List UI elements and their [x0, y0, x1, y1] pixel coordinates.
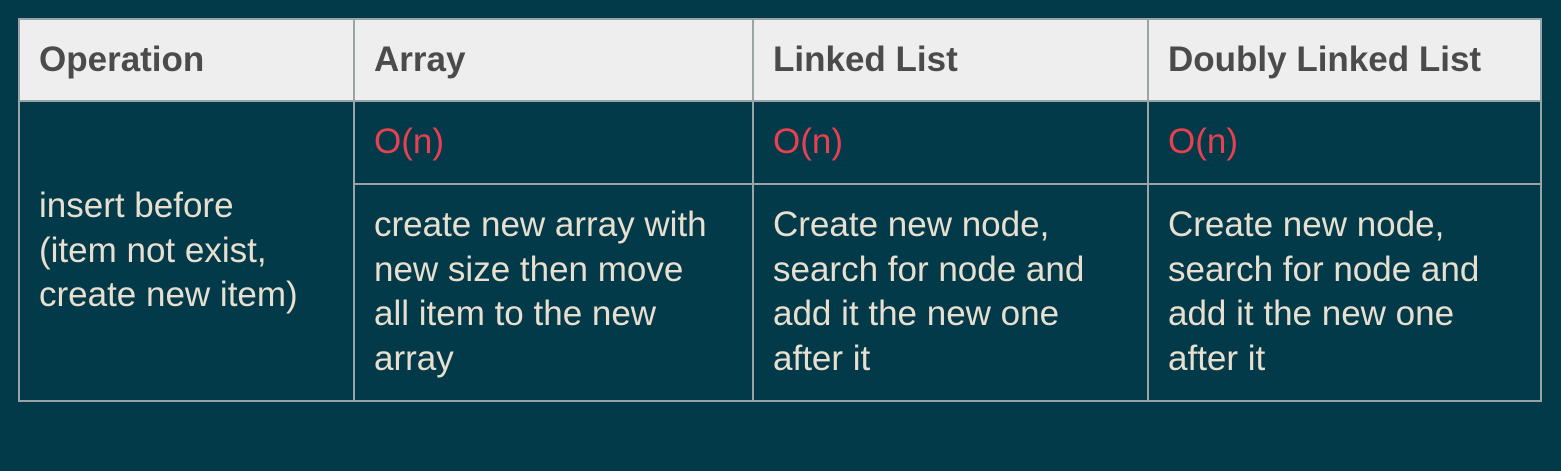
description-line: search for node and — [1168, 249, 1480, 289]
description-line: add it the new one — [1168, 294, 1455, 334]
operation-line: (item not exist, — [39, 230, 267, 270]
header-row: Operation Array Linked List Doubly Linke… — [18, 18, 1542, 102]
comparison-table-container: Operation Array Linked List Doubly Linke… — [18, 18, 1542, 403]
linked-list-complexity: O(n) — [752, 100, 1149, 185]
header-operation: Operation — [18, 18, 355, 102]
description-line: Create new node, — [1168, 205, 1445, 245]
description-line: array — [374, 338, 454, 378]
doubly-linked-list-description: Create new node, search for node and add… — [1147, 182, 1542, 403]
linked-list-description: Create new node, search for node and add… — [752, 182, 1149, 403]
array-complexity: O(n) — [353, 100, 754, 185]
header-array: Array — [353, 18, 754, 102]
description-line: after it — [773, 338, 871, 378]
operation-line: create new item) — [39, 275, 298, 315]
complexity-row: insert before (item not exist, create ne… — [18, 100, 1542, 402]
operation-comparison-table: Operation Array Linked List Doubly Linke… — [18, 18, 1542, 403]
description-line: all item to the new — [374, 294, 657, 334]
operation-line: insert before — [39, 186, 234, 226]
operation-cell: insert before (item not exist, create ne… — [18, 100, 355, 402]
description-line: add it the new one — [773, 294, 1060, 334]
description-line: Create new node, — [773, 205, 1050, 245]
header-doubly-linked-list: Doubly Linked List — [1147, 18, 1542, 102]
description-line: create new array with — [374, 205, 707, 245]
doubly-linked-list-complexity: O(n) — [1147, 100, 1542, 185]
description-line: after it — [1168, 338, 1266, 378]
header-linked-list: Linked List — [752, 18, 1149, 102]
description-line: new size then move — [374, 249, 684, 289]
description-line: search for node and — [773, 249, 1085, 289]
array-description: create new array with new size then move… — [353, 182, 754, 403]
